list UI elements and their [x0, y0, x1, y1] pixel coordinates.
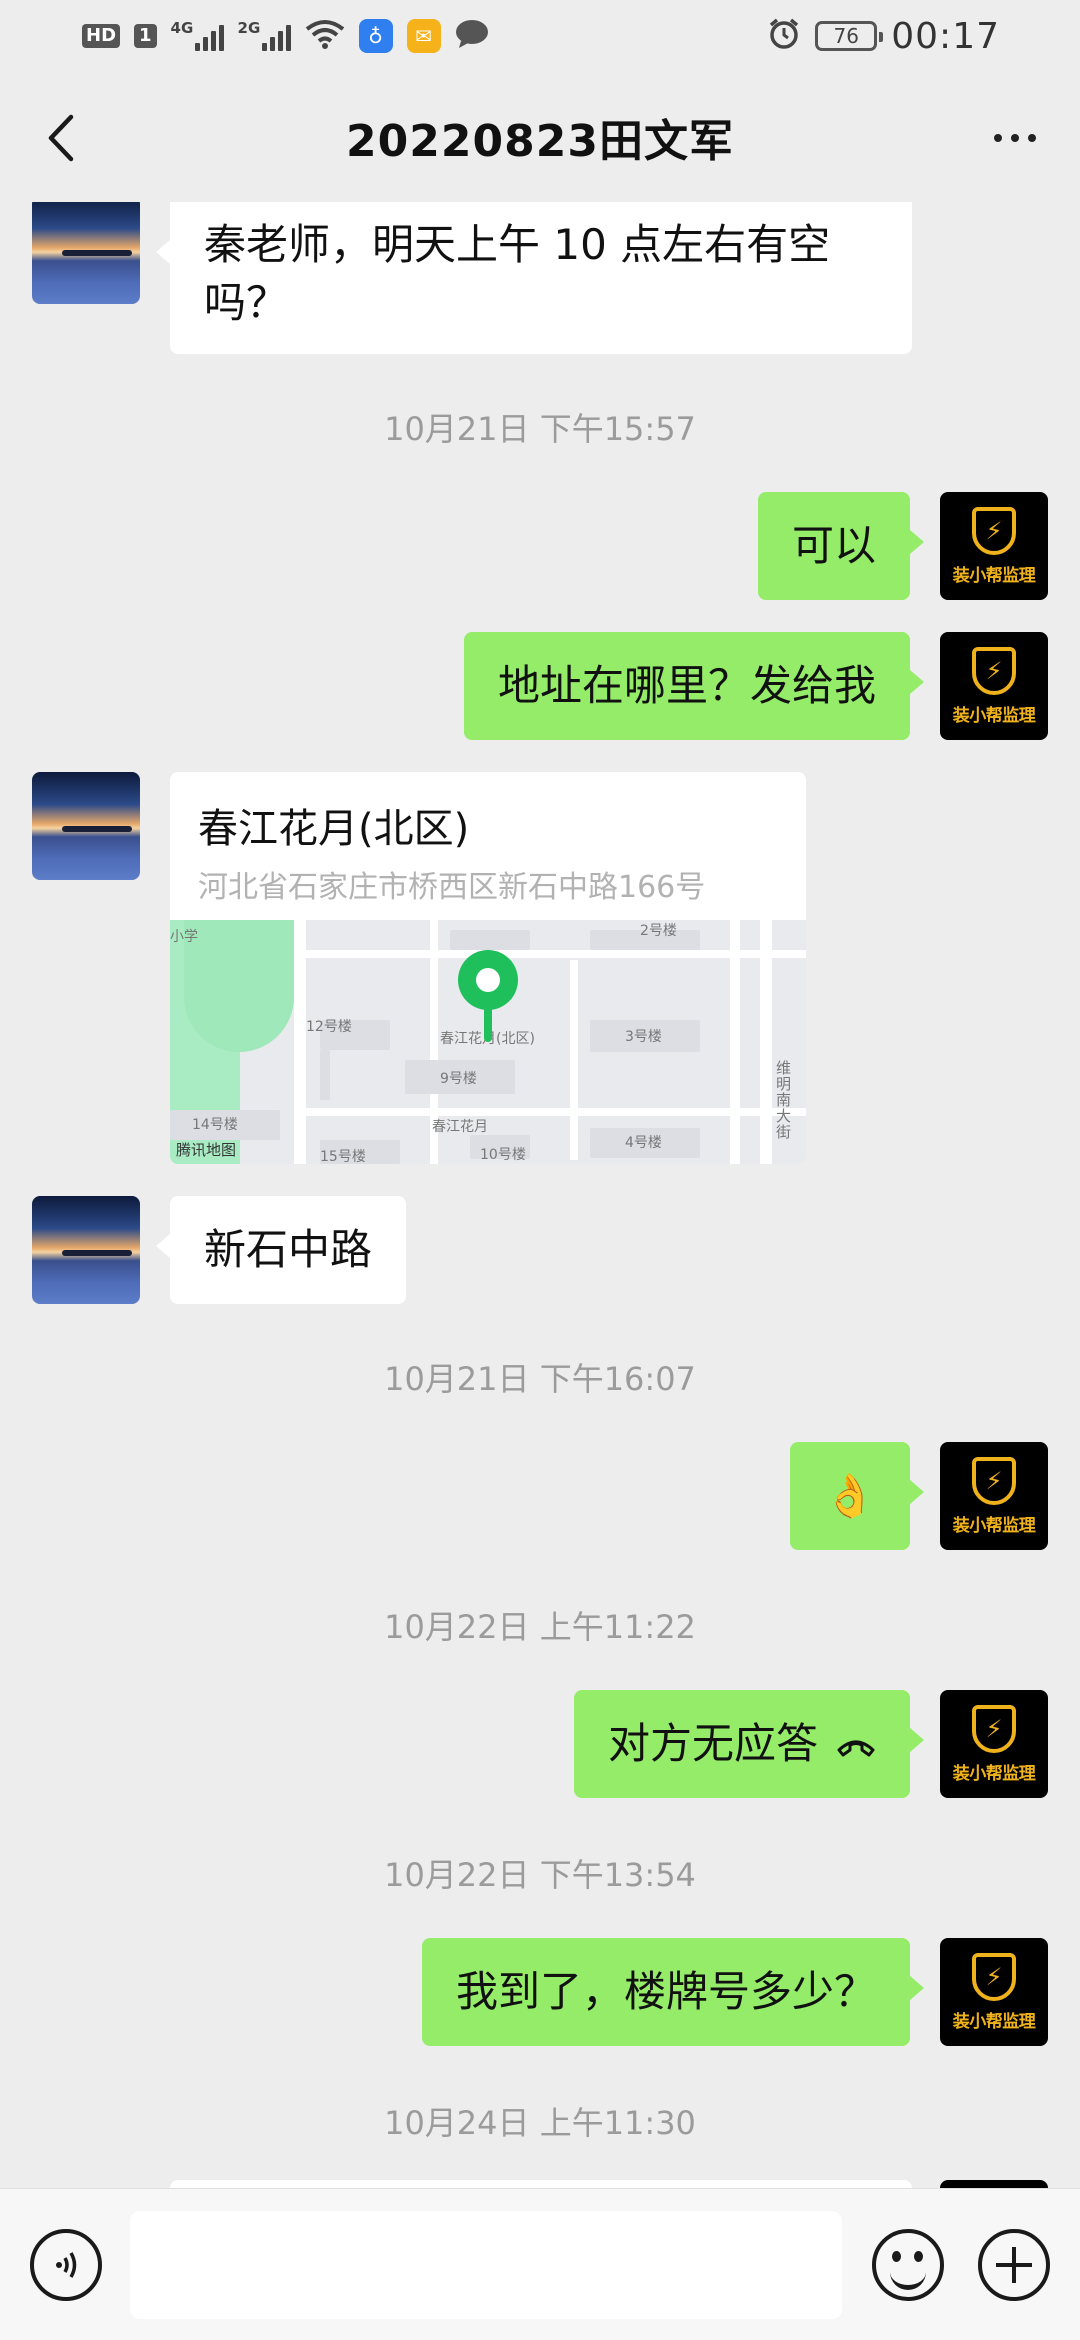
message-bubble-sent[interactable]: 我到了，楼牌号多少？ — [421, 1938, 925, 2046]
chat-header: 20220823田文军 — [0, 72, 1080, 202]
message-bubble-sent[interactable]: 地址在哪里？发给我 — [463, 632, 925, 740]
message-timestamp: 10月21日 下午15:57 — [384, 410, 696, 448]
location-address: 河北省石家庄市桥西区新石中路166号 — [198, 870, 706, 905]
contact-avatar[interactable] — [32, 202, 140, 304]
signal-4g-icon: 4G — [171, 19, 224, 51]
message-bubble-sent[interactable]: 可以 — [757, 492, 925, 600]
app-notification-icon: ♁ — [358, 19, 393, 53]
more-dots-icon — [994, 134, 1002, 142]
voice-icon — [56, 2252, 77, 2278]
phone-hangup-icon — [836, 1718, 876, 1776]
status-bar: HD 1 4G 2G ♁ ✉ 76 00:17 — [0, 0, 1080, 72]
sim-badge: 1 — [134, 24, 157, 48]
mail-icon: ✉ — [406, 19, 441, 53]
chat-message-list[interactable]: 秦老师，明天上午 10 点左右有空 吗？ 10月21日 下午15:57 可以 ⚡… — [0, 202, 1080, 2188]
chat-title: 20220823田文军 — [346, 116, 734, 167]
back-button[interactable] — [30, 108, 90, 168]
my-avatar[interactable]: ⚡ 装小帮监理 — [940, 1938, 1048, 2046]
location-card[interactable]: 春江花月(北区) 河北省石家庄市桥西区新石中路166号 小学 12号楼 9号楼 — [170, 772, 806, 1164]
location-pin-icon — [458, 950, 518, 1050]
more-actions-button[interactable] — [978, 2229, 1050, 2301]
message-bubble-partial[interactable] — [170, 2180, 912, 2188]
lightning-shield-icon: ⚡ — [972, 1456, 1016, 1505]
alarm-icon — [767, 17, 801, 55]
message-bubble-sent[interactable]: 👌 — [790, 1442, 924, 1550]
signal-2g-icon: 2G — [238, 19, 291, 51]
hd-badge: HD — [82, 24, 121, 48]
my-avatar[interactable] — [940, 2180, 1048, 2188]
contact-avatar[interactable] — [32, 772, 140, 880]
lightning-shield-icon: ⚡ — [972, 1704, 1016, 1753]
call-record-bubble[interactable]: 对方无应答 — [573, 1690, 925, 1798]
my-avatar[interactable]: ⚡ 装小帮监理 — [940, 632, 1048, 740]
lightning-shield-icon: ⚡ — [972, 646, 1016, 695]
input-bar — [0, 2188, 1080, 2340]
more-options-button[interactable] — [980, 108, 1050, 168]
emoji-button[interactable] — [872, 2229, 944, 2301]
my-avatar[interactable]: ⚡ 装小帮监理 — [940, 1690, 1048, 1798]
location-map[interactable]: 小学 12号楼 9号楼 春江花月(北区) 春江花月 14号楼 15号楼 10号楼… — [170, 920, 806, 1164]
lightning-shield-icon: ⚡ — [972, 1952, 1016, 2001]
contact-avatar[interactable] — [32, 1196, 140, 1304]
message-input[interactable] — [130, 2211, 842, 2319]
lightning-shield-icon: ⚡ — [972, 506, 1016, 555]
chat-notification-icon — [455, 19, 489, 53]
battery-icon: 76 — [815, 21, 884, 51]
my-avatar[interactable]: ⚡ 装小帮监理 — [940, 492, 1048, 600]
map-credit: 腾讯地图 — [176, 1141, 237, 1159]
clock: 00:17 — [891, 15, 1000, 57]
chevron-left-icon — [48, 114, 74, 162]
message-timestamp: 10月22日 上午11:22 — [384, 1608, 696, 1646]
ok-hand-emoji-icon: 👌 — [823, 1471, 877, 1520]
my-avatar[interactable]: ⚡ 装小帮监理 — [940, 1442, 1048, 1550]
voice-input-button[interactable] — [30, 2229, 102, 2301]
location-name: 春江花月(北区) — [198, 806, 470, 852]
wifi-icon — [305, 19, 345, 53]
message-bubble-received[interactable]: 新石中路 — [155, 1196, 407, 1304]
message-timestamp: 10月24日 上午11:30 — [384, 2104, 696, 2142]
message-timestamp: 10月21日 下午16:07 — [384, 1360, 696, 1398]
message-timestamp: 10月22日 下午13:54 — [384, 1856, 696, 1894]
message-bubble-received[interactable]: 秦老师，明天上午 10 点左右有空 吗？ — [156, 202, 912, 354]
